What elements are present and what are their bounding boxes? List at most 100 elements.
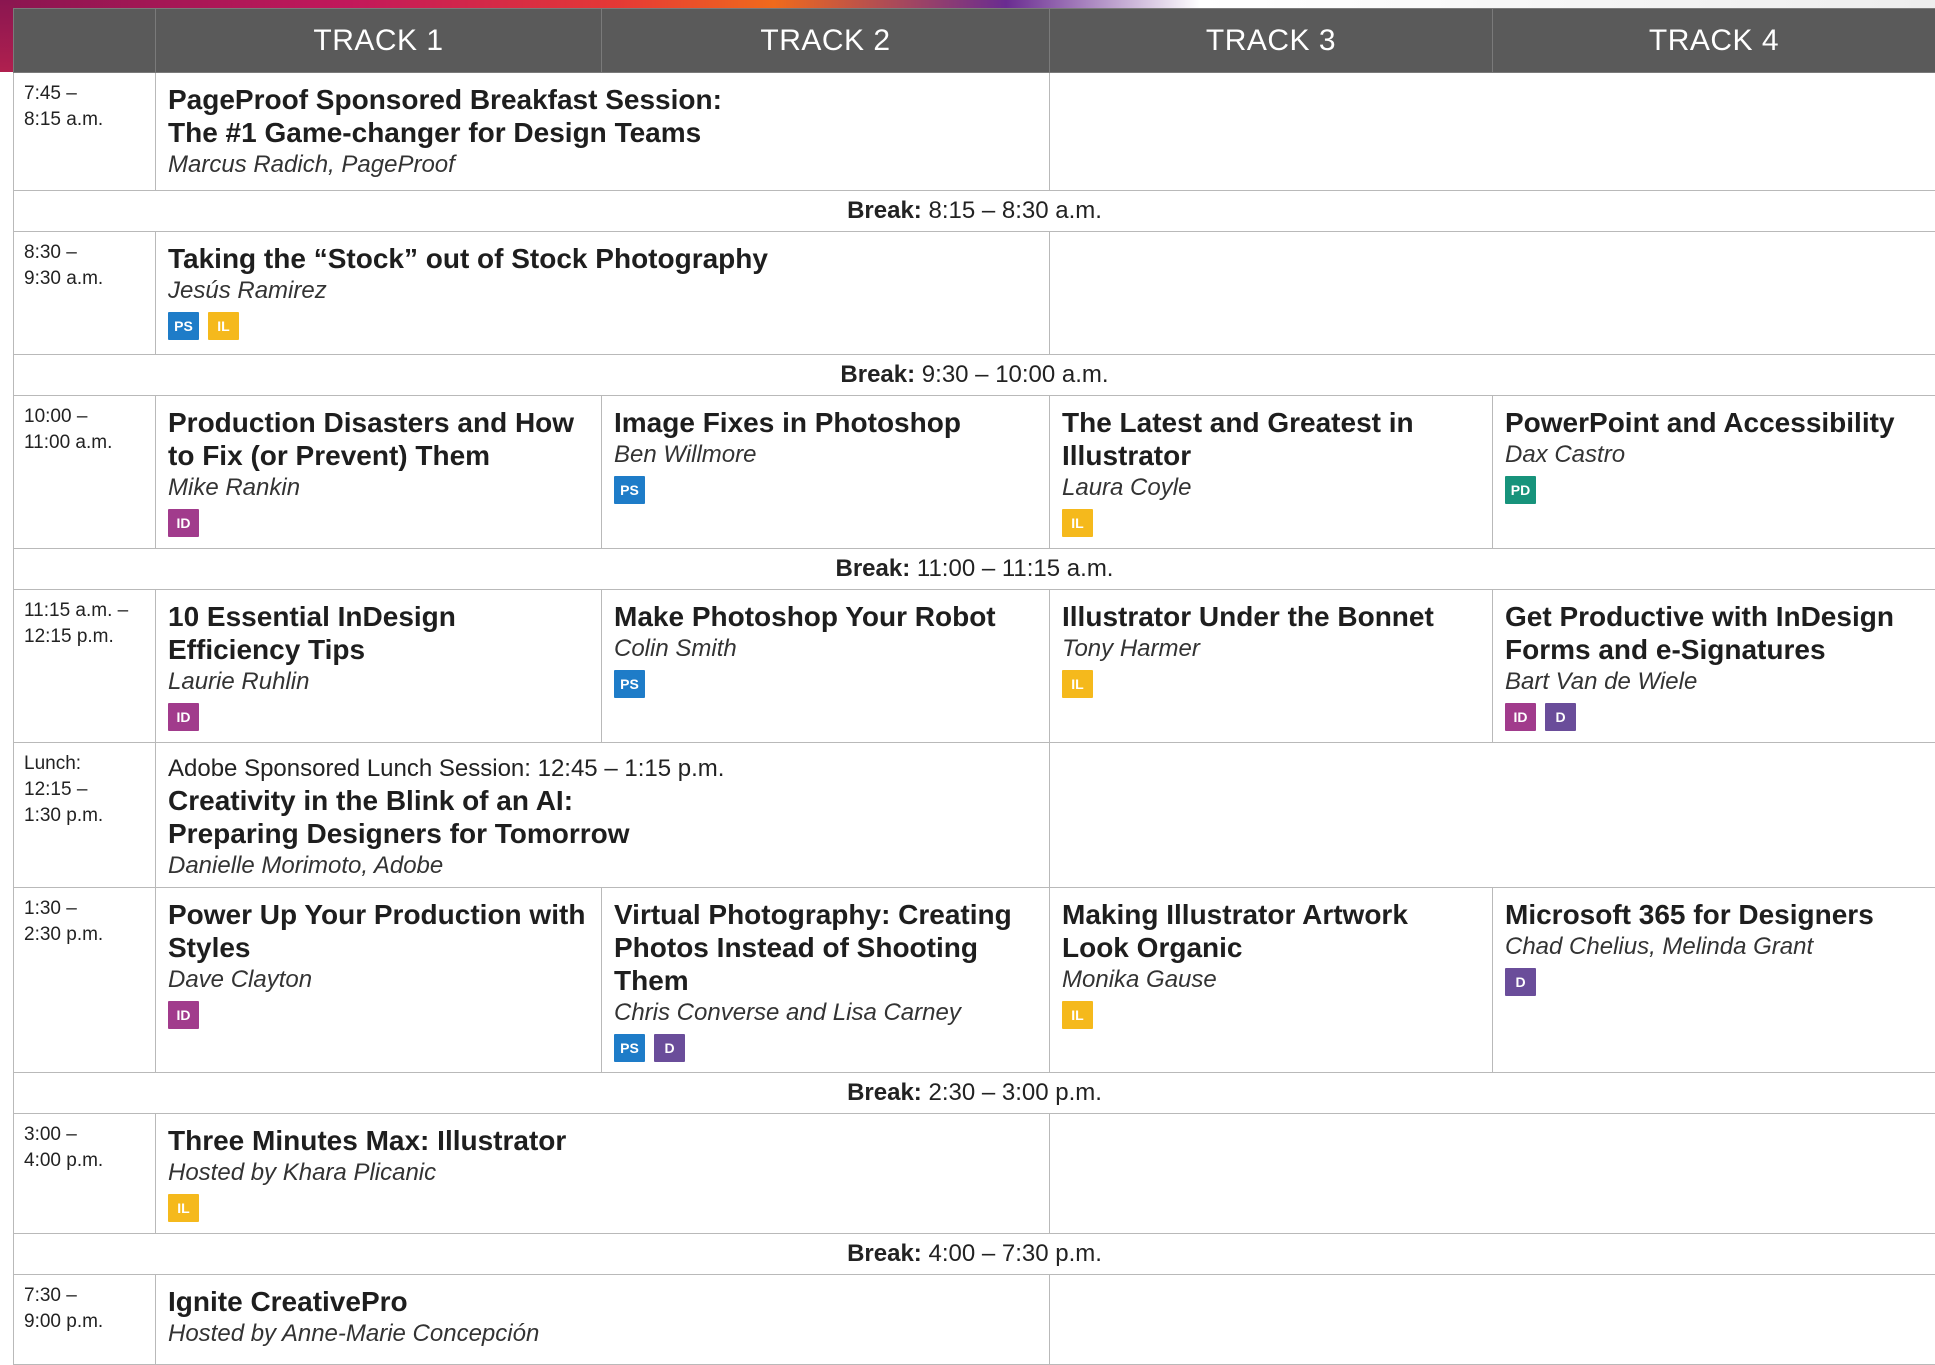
session-speaker: Monika Gause <box>1062 964 1480 995</box>
time-line: 3:00 – <box>24 1122 155 1148</box>
session-cell[interactable]: Ignite CreativePro Hosted by Anne-Marie … <box>156 1275 1050 1365</box>
badge-group: PS D <box>614 1034 1037 1062</box>
session-speaker: Chad Chelius, Melinda Grant <box>1505 931 1923 962</box>
break-label: Break: <box>840 361 915 388</box>
session-cell[interactable]: Microsoft 365 for Designers Chad Chelius… <box>1493 888 1935 1073</box>
session-speaker: Mike Rankin <box>168 472 589 503</box>
break-cell: Break: 4:00 – 7:30 p.m. <box>14 1234 1935 1275</box>
session-cell[interactable]: Adobe Sponsored Lunch Session: 12:45 – 1… <box>156 743 1050 888</box>
session-speaker: Chris Converse and Lisa Carney <box>614 997 1037 1028</box>
session-speaker: Marcus Radich, PageProof <box>168 149 1037 180</box>
session-speaker: Colin Smith <box>614 633 1037 664</box>
session-title: Three Minutes Max: Illustrator <box>168 1124 1037 1157</box>
session-speaker: Danielle Morimoto, Adobe <box>168 850 1037 881</box>
break-cell: Break: 2:30 – 3:00 p.m. <box>14 1073 1935 1114</box>
session-cell[interactable]: Virtual Photography: Creating Photos Ins… <box>602 888 1050 1073</box>
session-speaker: Jesús Ramirez <box>168 275 1037 306</box>
empty-cell <box>1050 232 1935 355</box>
session-speaker: Bart Van de Wiele <box>1505 666 1923 697</box>
session-speaker: Dave Clayton <box>168 964 589 995</box>
session-cell[interactable]: Production Disasters and How to Fix (or … <box>156 396 602 549</box>
track-header: TRACK 1 <box>156 9 602 73</box>
d-badge: D <box>1545 703 1576 731</box>
session-cell[interactable]: Power Up Your Production with Styles Dav… <box>156 888 602 1073</box>
break-time: 2:30 – 3:00 p.m. <box>928 1079 1101 1106</box>
time-line: Lunch: <box>24 751 155 777</box>
session-cell[interactable]: Image Fixes in Photoshop Ben Willmore PS <box>602 396 1050 549</box>
badge-group: ID <box>168 509 589 537</box>
session-title-line: Preparing Designers for Tomorrow <box>168 817 1037 850</box>
pd-badge: PD <box>1505 476 1536 504</box>
badge-group: IL <box>1062 1001 1480 1029</box>
schedule-row: 7:30 – 9:00 p.m. Ignite CreativePro Host… <box>14 1275 1935 1365</box>
schedule-row: 10:00 – 11:00 a.m. Production Disasters … <box>14 396 1935 549</box>
session-cell[interactable]: Making Illustrator Artwork Look Organic … <box>1050 888 1493 1073</box>
badge-group: PD <box>1505 476 1923 504</box>
break-label: Break: <box>847 1079 922 1106</box>
time-line: 4:00 p.m. <box>24 1148 155 1174</box>
break-row: Break: 11:00 – 11:15 a.m. <box>14 549 1935 590</box>
session-cell[interactable]: Make Photoshop Your Robot Colin Smith PS <box>602 590 1050 743</box>
break-row: Break: 9:30 – 10:00 a.m. <box>14 355 1935 396</box>
time-line: 9:30 a.m. <box>24 266 155 292</box>
session-cell[interactable]: Get Productive with InDesign Forms and e… <box>1493 590 1935 743</box>
break-row: Break: 8:15 – 8:30 a.m. <box>14 191 1935 232</box>
session-cell[interactable]: Taking the “Stock” out of Stock Photogra… <box>156 232 1050 355</box>
session-sponsor-note: Adobe Sponsored Lunch Session: 12:45 – 1… <box>168 753 1037 784</box>
session-title-line: Creativity in the Blink of an AI: <box>168 784 1037 817</box>
session-cell[interactable]: Illustrator Under the Bonnet Tony Harmer… <box>1050 590 1493 743</box>
track-header: TRACK 4 <box>1493 9 1935 73</box>
session-speaker: Hosted by Anne-Marie Concepción <box>168 1318 1037 1349</box>
schedule-row: 1:30 – 2:30 p.m. Power Up Your Productio… <box>14 888 1935 1073</box>
session-title: 10 Essential InDesign Efficiency Tips <box>168 600 589 666</box>
badge-group: D <box>1505 968 1923 996</box>
time-cell: 7:45 – 8:15 a.m. <box>14 73 156 191</box>
time-cell: 7:30 – 9:00 p.m. <box>14 1275 156 1365</box>
il-badge: IL <box>1062 670 1093 698</box>
session-title: The Latest and Greatest in Illustrator <box>1062 406 1480 472</box>
time-line: 11:00 a.m. <box>24 430 155 456</box>
time-line: 11:15 a.m. – <box>24 598 155 624</box>
schedule-row: 8:30 – 9:30 a.m. Taking the “Stock” out … <box>14 232 1935 355</box>
ps-badge: PS <box>614 1034 645 1062</box>
badge-group: ID <box>168 703 589 731</box>
time-line: 8:15 a.m. <box>24 107 155 133</box>
session-title: Creativity in the Blink of an AI: Prepar… <box>168 784 1037 850</box>
break-label: Break: <box>847 1240 922 1267</box>
session-cell[interactable]: Three Minutes Max: Illustrator Hosted by… <box>156 1114 1050 1234</box>
session-title: Get Productive with InDesign Forms and e… <box>1505 600 1923 666</box>
id-badge: ID <box>1505 703 1536 731</box>
session-speaker: Tony Harmer <box>1062 633 1480 664</box>
session-cell[interactable]: The Latest and Greatest in Illustrator L… <box>1050 396 1493 549</box>
break-cell: Break: 11:00 – 11:15 a.m. <box>14 549 1935 590</box>
schedule-row: 3:00 – 4:00 p.m. Three Minutes Max: Illu… <box>14 1114 1935 1234</box>
schedule-row: Lunch: 12:15 – 1:30 p.m. Adobe Sponsored… <box>14 743 1935 888</box>
break-cell: Break: 9:30 – 10:00 a.m. <box>14 355 1935 396</box>
il-badge: IL <box>168 1194 199 1222</box>
time-line: 2:30 p.m. <box>24 922 155 948</box>
session-title: Microsoft 365 for Designers <box>1505 898 1923 931</box>
time-line: 8:30 – <box>24 240 155 266</box>
break-time: 9:30 – 10:00 a.m. <box>922 361 1109 388</box>
badge-group: IL <box>168 1194 1037 1222</box>
time-cell: 8:30 – 9:30 a.m. <box>14 232 156 355</box>
session-title: PageProof Sponsored Breakfast Session: T… <box>168 83 1037 149</box>
id-badge: ID <box>168 1001 199 1029</box>
d-badge: D <box>654 1034 685 1062</box>
session-title: Virtual Photography: Creating Photos Ins… <box>614 898 1037 997</box>
time-line: 9:00 p.m. <box>24 1309 155 1335</box>
time-cell: Lunch: 12:15 – 1:30 p.m. <box>14 743 156 888</box>
session-title: PowerPoint and Accessibility <box>1505 406 1923 439</box>
ps-badge: PS <box>614 670 645 698</box>
session-cell[interactable]: PageProof Sponsored Breakfast Session: T… <box>156 73 1050 191</box>
time-line: 12:15 – <box>24 777 155 803</box>
badge-group: IL <box>1062 670 1480 698</box>
il-badge: IL <box>208 312 239 340</box>
ps-badge: PS <box>168 312 199 340</box>
time-cell: 1:30 – 2:30 p.m. <box>14 888 156 1073</box>
session-cell[interactable]: 10 Essential InDesign Efficiency Tips La… <box>156 590 602 743</box>
side-decoration <box>0 0 14 72</box>
session-cell[interactable]: PowerPoint and Accessibility Dax Castro … <box>1493 396 1935 549</box>
break-cell: Break: 8:15 – 8:30 a.m. <box>14 191 1935 232</box>
time-line: 1:30 p.m. <box>24 803 155 829</box>
